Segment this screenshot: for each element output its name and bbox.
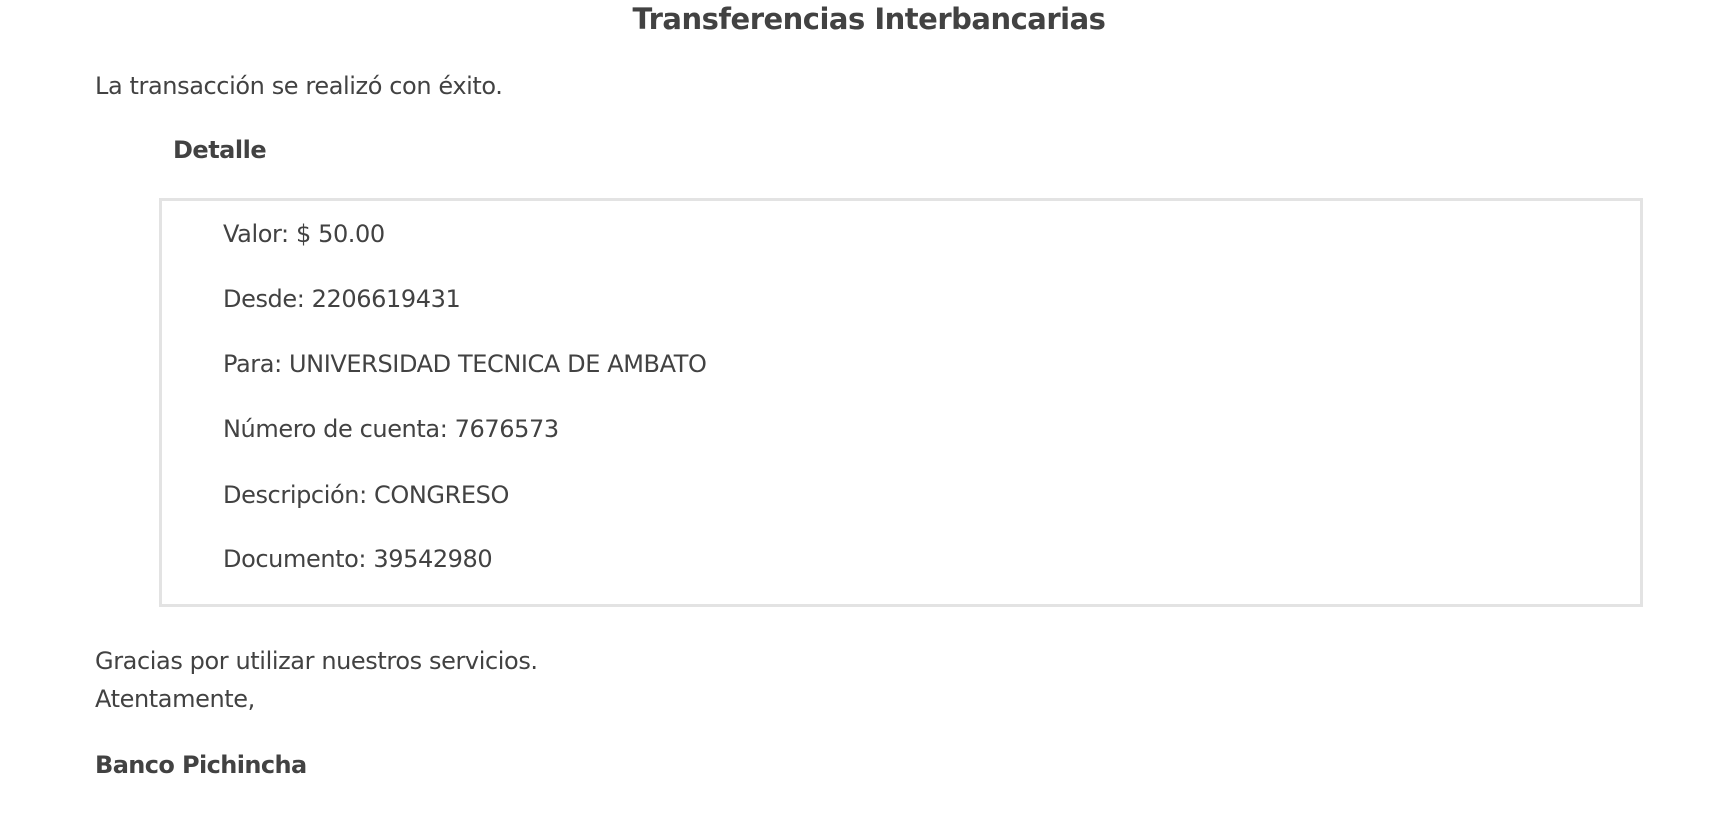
detail-row-para: Para: UNIVERSIDAD TECNICA DE AMBATO — [223, 350, 707, 378]
detail-heading: Detalle — [173, 136, 267, 164]
bank-signature: Banco Pichincha — [95, 751, 307, 779]
detail-row-desde: Desde: 2206619431 — [223, 285, 461, 313]
page-title: Transferencias Interbancarias — [632, 2, 1106, 36]
closing-regards: Atentamente, — [95, 685, 255, 713]
success-message: La transacción se realizó con éxito. — [95, 72, 503, 100]
thanks-message: Gracias por utilizar nuestros servicios. — [95, 647, 538, 675]
detail-row-numero-cuenta: Número de cuenta: 7676573 — [223, 415, 559, 443]
detail-row-valor: Valor: $ 50.00 — [223, 220, 385, 248]
detail-row-documento: Documento: 39542980 — [223, 545, 493, 573]
detail-row-descripcion: Descripción: CONGRESO — [223, 481, 509, 509]
